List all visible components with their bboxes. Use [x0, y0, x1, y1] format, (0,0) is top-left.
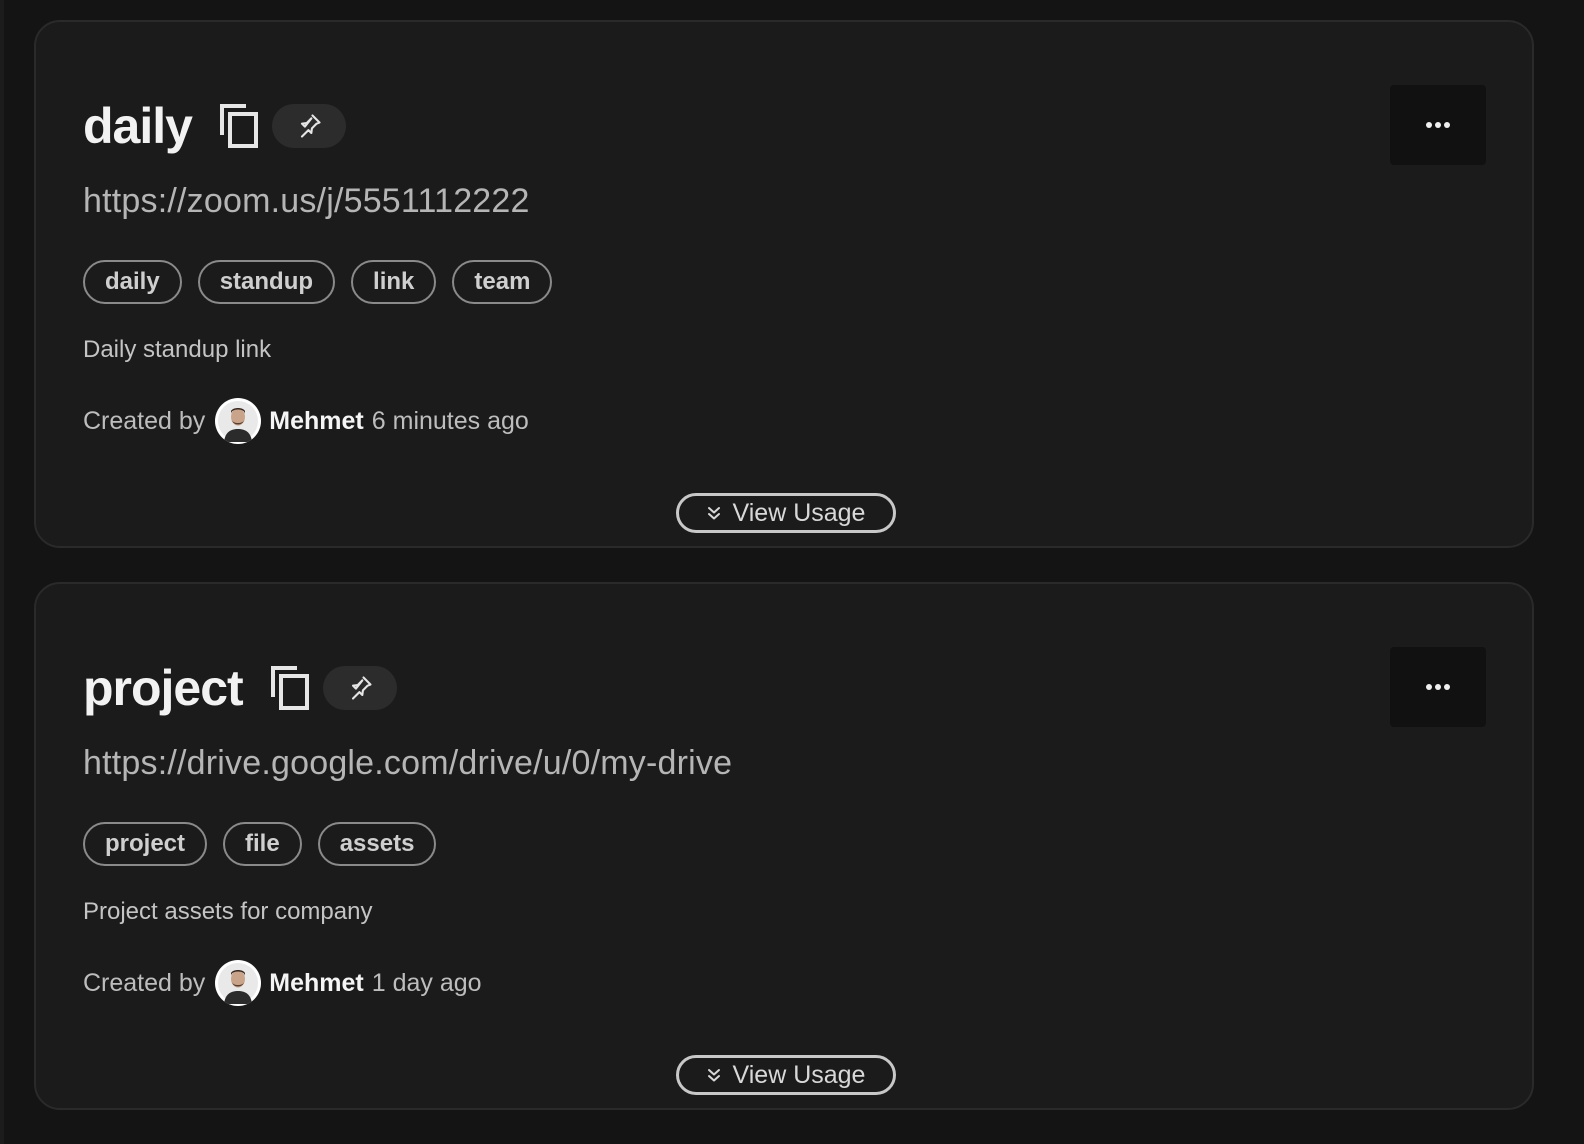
view-usage-button[interactable]: View Usage [676, 493, 896, 533]
tag[interactable]: project [83, 822, 208, 866]
tag[interactable]: assets [317, 822, 437, 866]
link-title: daily [83, 98, 193, 154]
link-title: project [83, 660, 244, 716]
pin-icon [351, 676, 372, 700]
tag[interactable]: daily [83, 260, 182, 304]
tag[interactable]: team [452, 260, 553, 304]
tag-list: daily standup link team [83, 260, 553, 304]
view-usage-label: View Usage [732, 1061, 866, 1089]
created-time: 6 minutes ago [371, 406, 529, 435]
more-options-button[interactable] [1390, 85, 1486, 165]
title-row: project [83, 656, 397, 720]
author-name[interactable]: Mehmet [269, 969, 363, 998]
link-url[interactable]: https://drive.google.com/drive/u/0/my-dr… [83, 744, 732, 783]
left-edge [0, 0, 4, 1144]
link-list-page: daily https://zoom.us/j/5551112222 daily… [0, 0, 1584, 1144]
tag[interactable]: link [351, 260, 437, 304]
view-usage-label: View Usage [732, 499, 866, 527]
created-time: 1 day ago [371, 968, 482, 997]
pin-icon [300, 114, 321, 138]
created-by-label: Created by [83, 406, 206, 435]
chevrons-down-icon [707, 507, 720, 520]
tag-list: project file assets [83, 822, 437, 866]
title-row: daily [83, 94, 346, 158]
link-url[interactable]: https://zoom.us/j/5551112222 [83, 182, 530, 221]
copy-button[interactable] [218, 103, 260, 149]
created-by-row: Created by Mehmet 6 minutes ago [83, 398, 529, 444]
avatar [215, 398, 262, 444]
avatar [215, 960, 262, 1006]
avatar-image [218, 963, 259, 1004]
link-description: Project assets for company [83, 898, 373, 925]
copy-icon [219, 104, 258, 148]
pin-button[interactable] [271, 104, 346, 148]
link-card: daily https://zoom.us/j/5551112222 daily… [34, 20, 1534, 548]
more-icon [1426, 684, 1450, 690]
link-description: Daily standup link [83, 336, 272, 363]
author-name[interactable]: Mehmet [269, 407, 363, 436]
tag[interactable]: file [223, 822, 302, 866]
view-usage-button[interactable]: View Usage [676, 1055, 896, 1095]
tag[interactable]: standup [197, 260, 336, 304]
more-options-button[interactable] [1390, 647, 1486, 727]
pin-button[interactable] [322, 666, 397, 710]
link-card: project https://drive.google.com/drive/u… [34, 582, 1534, 1110]
copy-icon [270, 666, 309, 710]
chevrons-down-icon [707, 1069, 720, 1082]
created-by-label: Created by [83, 968, 206, 997]
created-by-row: Created by Mehmet 1 day ago [83, 960, 482, 1006]
more-icon [1426, 122, 1450, 128]
copy-button[interactable] [269, 665, 311, 711]
avatar-image [218, 401, 259, 442]
